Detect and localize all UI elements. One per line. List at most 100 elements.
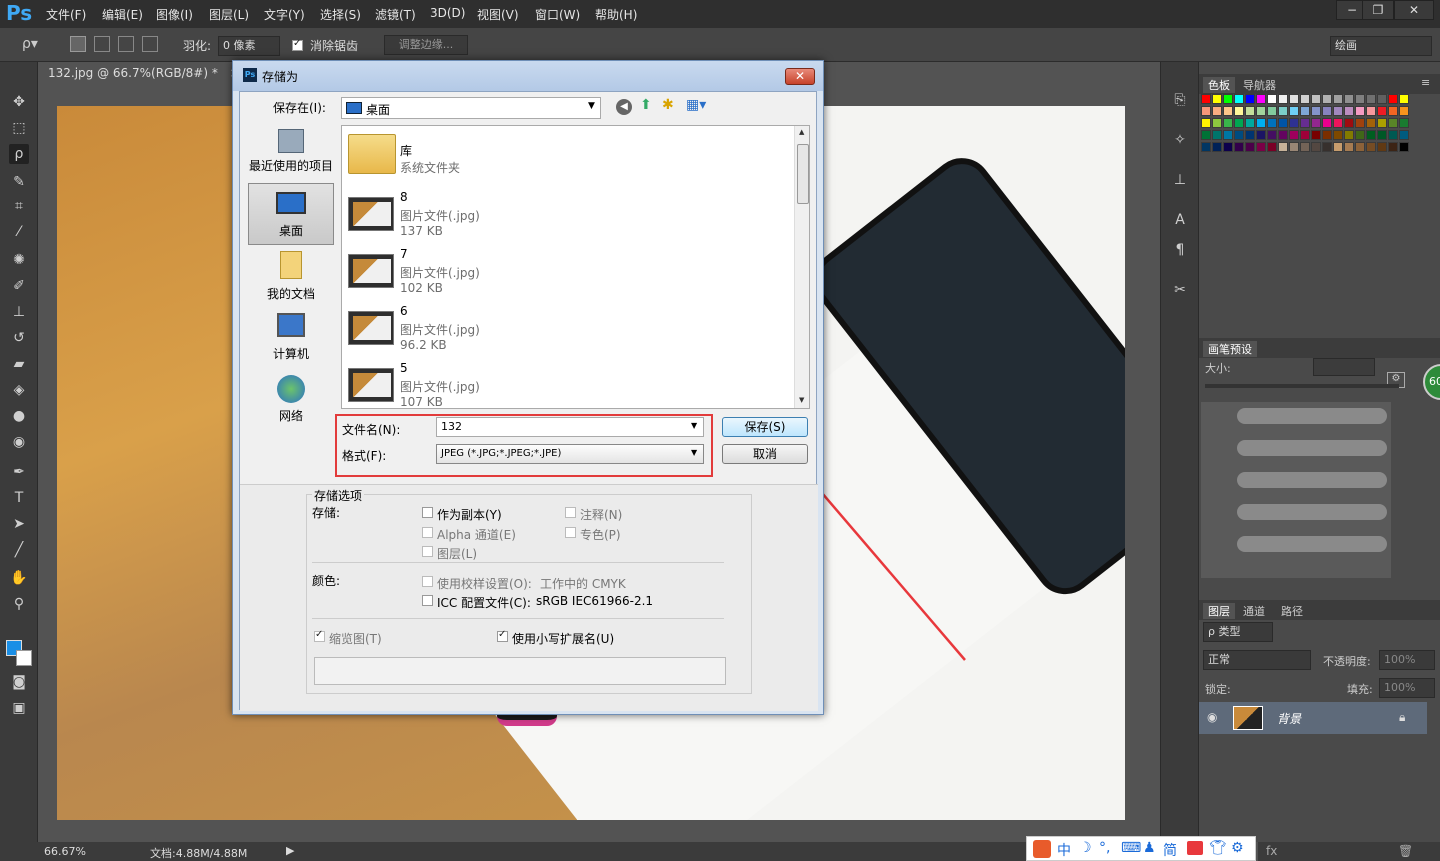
healing-tool-icon[interactable]: ✺ bbox=[9, 250, 29, 270]
color-swatch[interactable] bbox=[1377, 142, 1387, 152]
list-item[interactable]: 库 系统文件夹 bbox=[348, 130, 798, 186]
color-swatch[interactable] bbox=[1256, 94, 1266, 104]
clone-source-icon[interactable]: ⊥ bbox=[1170, 170, 1190, 190]
marquee-tool-icon[interactable]: ⬚ bbox=[9, 118, 29, 138]
color-swatch[interactable] bbox=[1201, 142, 1211, 152]
as-copy-checkbox[interactable] bbox=[422, 507, 433, 518]
color-swatch[interactable] bbox=[1223, 130, 1233, 140]
place-documents[interactable]: 我的文档 bbox=[248, 251, 334, 307]
color-swatch[interactable] bbox=[1399, 106, 1409, 116]
color-swatch[interactable] bbox=[1377, 118, 1387, 128]
color-swatch[interactable] bbox=[1300, 142, 1310, 152]
screen-mode-icon[interactable]: ▣ bbox=[9, 698, 29, 718]
color-swatch[interactable] bbox=[1311, 142, 1321, 152]
color-swatch[interactable] bbox=[1234, 94, 1244, 104]
color-swatch[interactable] bbox=[1366, 118, 1376, 128]
scroll-up-icon[interactable]: ▲ bbox=[799, 128, 804, 136]
color-swatch[interactable] bbox=[1377, 94, 1387, 104]
paragraph-panel-icon[interactable]: ¶ bbox=[1170, 240, 1190, 260]
color-swatch[interactable] bbox=[1267, 94, 1277, 104]
color-swatch[interactable] bbox=[1333, 142, 1343, 152]
ime-keyboard-icon[interactable]: ⌨ bbox=[1121, 840, 1141, 856]
color-swatch[interactable] bbox=[1234, 106, 1244, 116]
ime-simplified[interactable]: 简 bbox=[1163, 840, 1177, 860]
color-swatch[interactable] bbox=[1245, 142, 1255, 152]
fill-tool-icon[interactable]: ◈ bbox=[9, 380, 29, 400]
color-swatch[interactable] bbox=[1333, 130, 1343, 140]
actions-panel-icon[interactable]: ✧ bbox=[1170, 130, 1190, 150]
close-icon[interactable]: ✕ bbox=[785, 68, 815, 85]
color-swatch[interactable] bbox=[1333, 94, 1343, 104]
view-menu-icon[interactable]: ▦▾ bbox=[686, 97, 706, 113]
history-brush-icon[interactable]: ↺ bbox=[9, 328, 29, 348]
lasso-icon[interactable]: ρ▾ bbox=[22, 36, 38, 52]
document-tab[interactable]: 132.jpg @ 66.7%(RGB/8#) * × bbox=[40, 63, 240, 83]
tab-channels[interactable]: 通道 bbox=[1243, 603, 1265, 619]
color-swatch[interactable] bbox=[1399, 142, 1409, 152]
menu-help[interactable]: 帮助(H) bbox=[595, 6, 637, 23]
fill-input[interactable]: 100% bbox=[1379, 678, 1435, 698]
color-swatch[interactable] bbox=[1366, 130, 1376, 140]
tab-paths[interactable]: 路径 bbox=[1281, 603, 1303, 619]
chevron-down-icon[interactable]: ▼ bbox=[691, 421, 697, 430]
color-swatch[interactable] bbox=[1278, 130, 1288, 140]
color-swatch[interactable] bbox=[1366, 142, 1376, 152]
color-swatch[interactable] bbox=[1256, 118, 1266, 128]
color-swatch[interactable] bbox=[1322, 118, 1332, 128]
color-swatch[interactable] bbox=[1256, 142, 1266, 152]
file-list[interactable]: 库 系统文件夹 8 图片文件(.jpg) 137 KB 7 图片文件(.jpg)… bbox=[341, 125, 810, 409]
size-input[interactable] bbox=[1313, 358, 1375, 376]
color-swatch[interactable] bbox=[1278, 118, 1288, 128]
color-swatch[interactable] bbox=[1201, 118, 1211, 128]
color-swatch[interactable] bbox=[1212, 130, 1222, 140]
crop-tool-icon[interactable]: ⌗ bbox=[9, 196, 29, 216]
menu-file[interactable]: 文件(F) bbox=[46, 6, 86, 23]
color-swatch[interactable] bbox=[1388, 130, 1398, 140]
brush-preview-list[interactable] bbox=[1201, 402, 1391, 578]
delete-layer-icon[interactable]: 🗑︎ bbox=[1398, 844, 1413, 858]
color-swatch[interactable] bbox=[1223, 118, 1233, 128]
color-swatch[interactable] bbox=[1245, 106, 1255, 116]
color-swatch[interactable] bbox=[1212, 106, 1222, 116]
color-swatch[interactable] bbox=[1311, 106, 1321, 116]
color-swatch[interactable] bbox=[1289, 130, 1299, 140]
color-swatch[interactable] bbox=[1245, 130, 1255, 140]
restore-button[interactable]: ❐ bbox=[1362, 0, 1394, 20]
color-swatch[interactable] bbox=[1201, 106, 1211, 116]
list-item[interactable]: 6 图片文件(.jpg) 96.2 KB bbox=[348, 303, 798, 359]
color-swatch[interactable] bbox=[1267, 130, 1277, 140]
color-swatch[interactable] bbox=[1344, 118, 1354, 128]
color-swatch[interactable] bbox=[1399, 94, 1409, 104]
ime-moon-icon[interactable]: ☽ bbox=[1079, 840, 1092, 856]
ime-video-icon[interactable] bbox=[1187, 841, 1203, 855]
color-swatch[interactable] bbox=[1256, 130, 1266, 140]
menu-type[interactable]: 文字(Y) bbox=[264, 6, 305, 23]
dodge-tool-icon[interactable]: ◉ bbox=[9, 432, 29, 452]
color-swatch[interactable] bbox=[1322, 130, 1332, 140]
color-swatch[interactable] bbox=[1234, 130, 1244, 140]
color-swatch[interactable] bbox=[1267, 106, 1277, 116]
color-swatch[interactable] bbox=[1311, 94, 1321, 104]
color-swatch[interactable] bbox=[1300, 106, 1310, 116]
color-swatch[interactable] bbox=[1267, 118, 1277, 128]
color-swatch[interactable] bbox=[1267, 142, 1277, 152]
type-tool-icon[interactable]: T bbox=[9, 488, 29, 508]
stamp-tool-icon[interactable]: ⊥ bbox=[9, 302, 29, 322]
color-swatch[interactable] bbox=[1234, 142, 1244, 152]
refine-edge-button[interactable]: 调整边缘... bbox=[384, 35, 468, 55]
icc-checkbox[interactable] bbox=[422, 595, 433, 606]
place-network[interactable]: 网络 bbox=[248, 375, 334, 431]
menu-image[interactable]: 图像(I) bbox=[156, 6, 193, 23]
color-swatch[interactable] bbox=[1399, 130, 1409, 140]
character-panel-icon[interactable]: A bbox=[1170, 210, 1190, 230]
hand-tool-icon[interactable]: ✋ bbox=[9, 568, 29, 588]
line-tool-icon[interactable]: ╱ bbox=[9, 540, 29, 560]
zoom-tool-icon[interactable]: ⚲ bbox=[9, 594, 29, 614]
color-swatch[interactable] bbox=[1212, 142, 1222, 152]
color-swatch[interactable] bbox=[1355, 118, 1365, 128]
menu-view[interactable]: 视图(V) bbox=[477, 6, 519, 23]
opacity-input[interactable]: 100% bbox=[1379, 650, 1435, 670]
list-item[interactable]: 8 图片文件(.jpg) 137 KB bbox=[348, 189, 798, 245]
menu-edit[interactable]: 编辑(E) bbox=[102, 6, 143, 23]
color-swatch[interactable] bbox=[1245, 94, 1255, 104]
